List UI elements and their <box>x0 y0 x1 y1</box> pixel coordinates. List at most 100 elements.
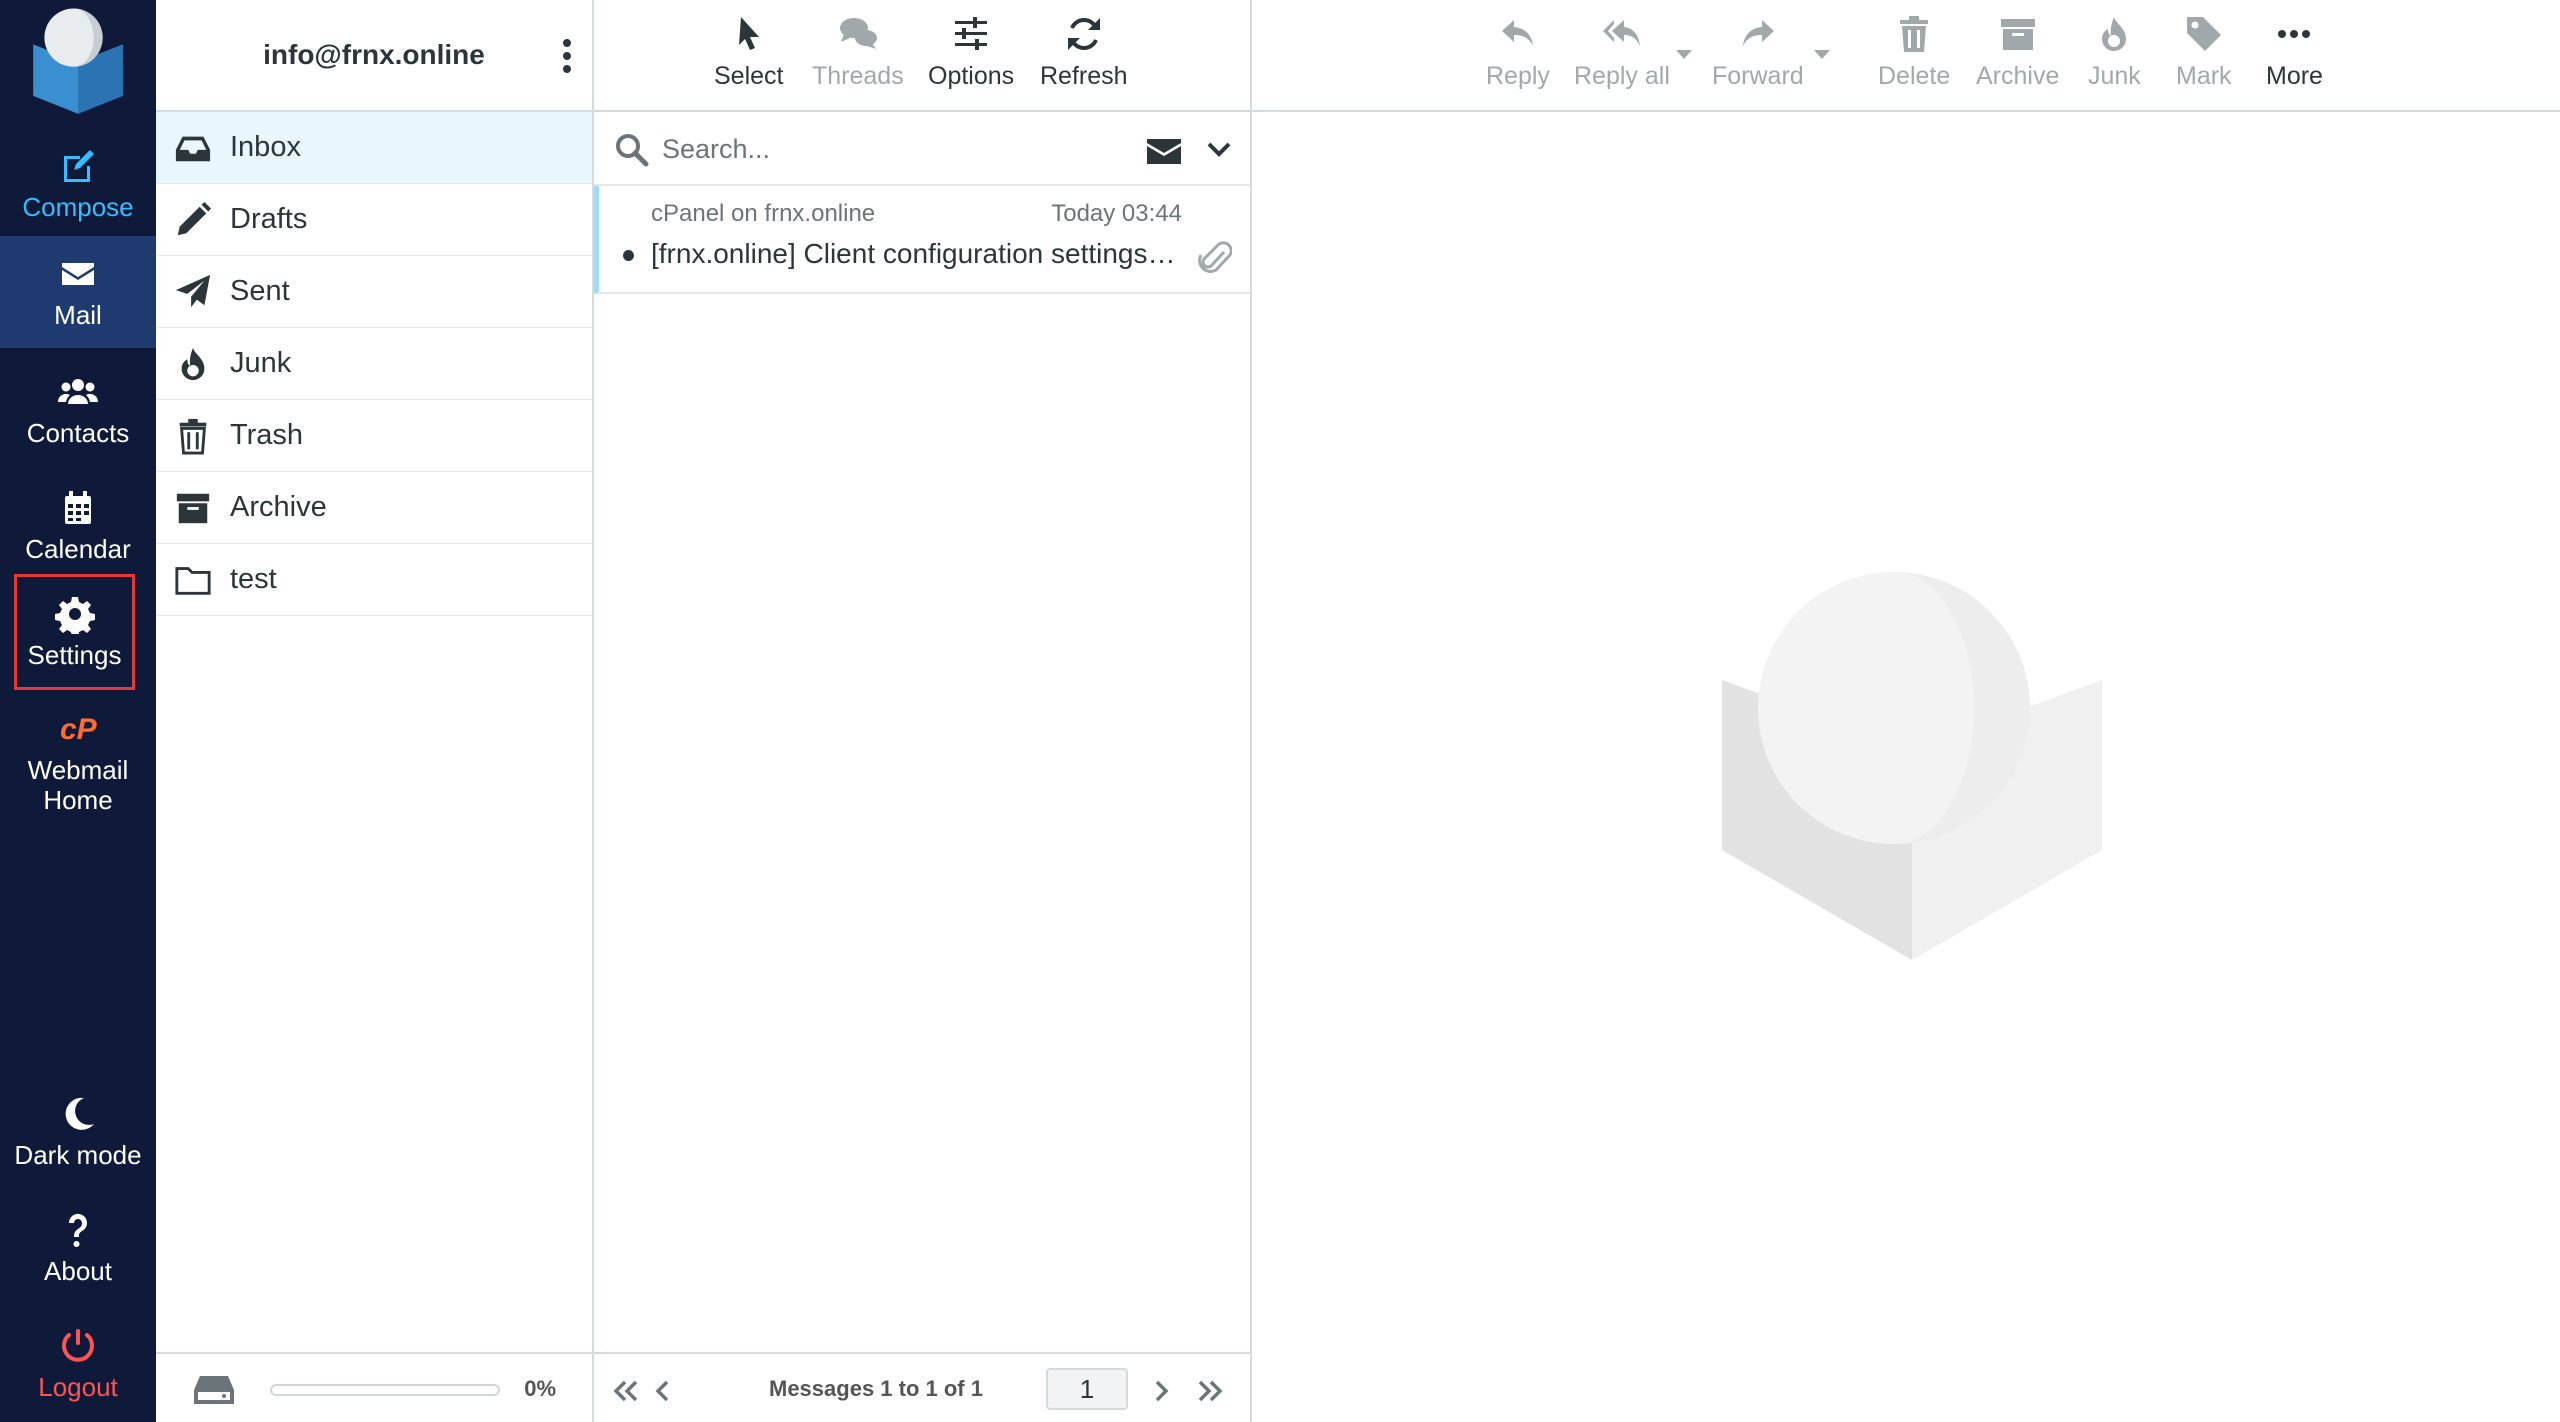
roundcube-watermark-logo <box>1722 572 2102 960</box>
folder-label: Inbox <box>230 131 301 163</box>
search-input[interactable] <box>662 128 1122 170</box>
forward-label: Forward <box>1712 62 1804 90</box>
folder-label: Sent <box>230 275 290 307</box>
page-number-input[interactable] <box>1046 1368 1128 1410</box>
pointer-icon <box>738 17 759 50</box>
forward-button[interactable]: Forward <box>1712 14 1804 91</box>
message-date: Today 03:44 <box>1051 200 1182 227</box>
pagination-footer: Messages 1 to 1 of 1 <box>594 1352 1250 1422</box>
compose-label: Compose <box>22 192 134 222</box>
mark-label: Mark <box>2176 62 2232 90</box>
more-button[interactable]: More <box>2266 14 2323 91</box>
moon-icon <box>65 1097 94 1130</box>
kebab-menu-icon[interactable] <box>560 38 574 74</box>
mark-button[interactable]: Mark <box>2176 14 2232 91</box>
archive-label: Archive <box>1976 62 2060 90</box>
quota-text: 0% <box>524 1376 556 1401</box>
calendar-icon <box>65 491 91 524</box>
options-label: Options <box>928 62 1015 90</box>
previous-page-icon[interactable] <box>646 1374 680 1408</box>
message-row[interactable]: cPanel on frnx.online Today 03:44 [frnx.… <box>594 186 1250 294</box>
refresh-icon <box>1067 18 1100 50</box>
settings-label: Settings <box>27 640 122 670</box>
folder-trash[interactable]: Trash <box>156 400 592 472</box>
reply-all-icon <box>1602 20 1640 46</box>
fire-icon <box>181 347 205 380</box>
folder-label: Trash <box>230 419 304 451</box>
message-count: Messages 1 to 1 of 1 <box>769 1376 983 1401</box>
folder-label: test <box>230 563 277 595</box>
reply-all-dropdown-caret[interactable] <box>1676 50 1692 59</box>
folder-junk[interactable]: Junk <box>156 328 592 400</box>
about-nav-item[interactable]: About <box>0 1192 156 1304</box>
envelope-filter-icon[interactable] <box>1146 136 1182 166</box>
forward-dropdown-caret[interactable] <box>1814 50 1830 59</box>
fire-icon <box>2102 17 2127 51</box>
compose-icon <box>64 150 94 182</box>
archive-icon <box>2000 19 2035 50</box>
threads-label: Threads <box>812 62 904 90</box>
svg-text:cP: cP <box>60 713 98 746</box>
archive-icon <box>176 493 210 523</box>
search-bar <box>594 112 1250 186</box>
folder-test[interactable]: test <box>156 544 592 616</box>
hard-drive-icon <box>194 1376 234 1404</box>
delete-label: Delete <box>1878 62 1951 90</box>
folder-pane: info@frnx.online Inbox Drafts Sent Junk … <box>156 0 594 1422</box>
settings-nav-item[interactable]: Settings <box>14 574 135 690</box>
search-icon[interactable] <box>614 132 650 168</box>
calendar-label: Calendar <box>25 534 131 564</box>
tag-icon <box>2186 17 2221 51</box>
compose-button[interactable]: Compose <box>0 128 156 240</box>
next-page-icon[interactable] <box>1144 1374 1178 1408</box>
gear-icon <box>54 597 95 634</box>
last-page-icon[interactable] <box>1194 1374 1228 1408</box>
webmail-home-label-2: Home <box>43 785 113 815</box>
account-header: info@frnx.online <box>156 0 592 112</box>
options-button[interactable]: Options <box>928 14 1014 91</box>
message-list-pane: Select Threads Options Refresh cPanel on… <box>594 0 1252 1422</box>
logout-label: Logout <box>38 1372 118 1402</box>
logout-button[interactable]: Logout <box>0 1308 156 1420</box>
account-email: info@frnx.online <box>263 39 485 70</box>
folder-sent[interactable]: Sent <box>156 256 592 328</box>
message-from: cPanel on frnx.online <box>651 200 876 227</box>
power-icon <box>62 1329 94 1362</box>
select-label: Select <box>714 62 784 90</box>
folder-icon <box>175 566 211 595</box>
forward-icon <box>1742 20 1774 46</box>
delete-button[interactable]: Delete <box>1878 14 1950 91</box>
reply-icon <box>1501 20 1533 46</box>
mail-nav-item[interactable]: Mail <box>0 236 156 348</box>
sliders-icon <box>955 17 988 50</box>
pencil-icon <box>177 201 212 235</box>
folder-drafts[interactable]: Drafts <box>156 184 592 256</box>
comments-icon <box>839 18 877 49</box>
contacts-nav-item[interactable]: Contacts <box>0 354 156 466</box>
folder-inbox[interactable]: Inbox <box>156 112 592 184</box>
ellipsis-icon <box>2278 30 2311 38</box>
refresh-button[interactable]: Refresh <box>1040 14 1128 91</box>
junk-button[interactable]: Junk <box>2088 14 2141 91</box>
reply-all-button[interactable]: Reply all <box>1574 14 1670 91</box>
select-button[interactable]: Select <box>714 14 783 91</box>
cpanel-icon: cP <box>60 713 98 746</box>
reply-all-label: Reply all <box>1574 62 1670 90</box>
first-page-icon[interactable] <box>608 1374 642 1408</box>
reply-button[interactable]: Reply <box>1486 14 1550 91</box>
users-icon <box>58 379 98 404</box>
webmail-home-nav-item[interactable]: cP Webmail Home <box>0 702 156 822</box>
dark-mode-toggle[interactable]: Dark mode <box>0 1076 156 1188</box>
roundcube-logo[interactable] <box>22 4 134 116</box>
reply-label: Reply <box>1486 62 1550 90</box>
archive-button[interactable]: Archive <box>1976 14 2059 91</box>
folder-label: Archive <box>230 491 327 523</box>
threads-button[interactable]: Threads <box>812 14 904 91</box>
folder-archive[interactable]: Archive <box>156 472 592 544</box>
trash-icon <box>179 418 207 455</box>
chevron-down-icon[interactable] <box>1206 140 1232 160</box>
more-label: More <box>2266 62 2323 90</box>
junk-label: Junk <box>2088 62 2141 90</box>
webmail-home-label-1: Webmail <box>27 755 129 785</box>
calendar-nav-item[interactable]: Calendar <box>0 470 156 582</box>
